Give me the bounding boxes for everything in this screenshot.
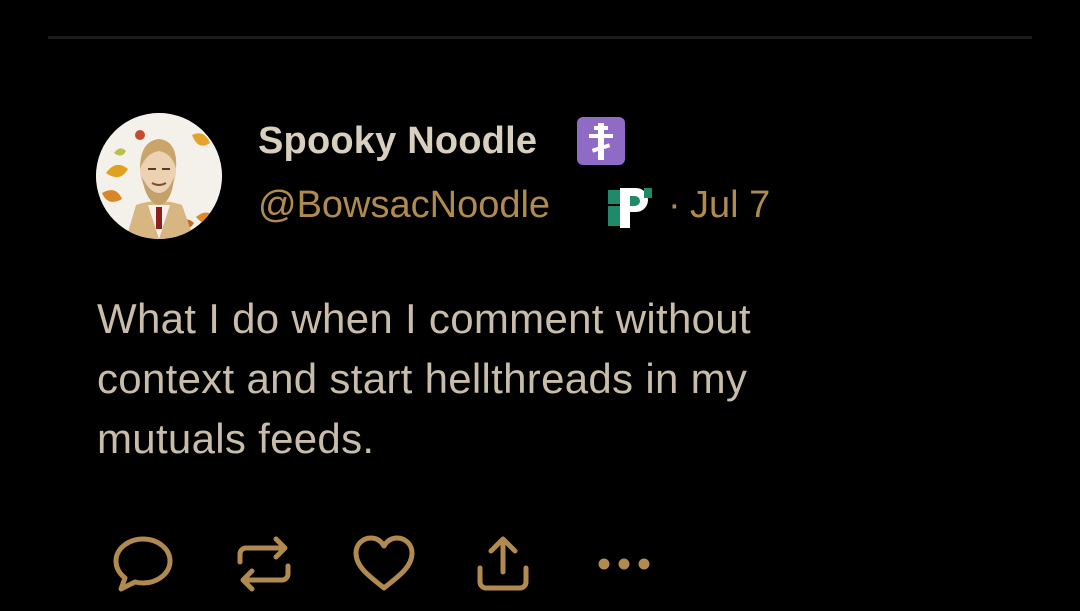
reply-button[interactable] bbox=[111, 532, 175, 596]
post-timestamp[interactable]: Jul 7 bbox=[690, 184, 770, 227]
post[interactable]: Spooky Noodle @BowsacNoodle · Jul 7 What… bbox=[0, 0, 1080, 611]
repost-button[interactable] bbox=[232, 532, 296, 596]
repost-arrows-icon bbox=[237, 536, 291, 592]
avatar[interactable] bbox=[96, 113, 222, 239]
letter-p-icon bbox=[606, 184, 654, 230]
share-upload-icon bbox=[477, 536, 529, 591]
display-name[interactable]: Spooky Noodle bbox=[258, 120, 537, 163]
post-text: What I do when I comment without context… bbox=[97, 295, 751, 462]
like-button[interactable] bbox=[352, 532, 416, 596]
ellipsis-icon bbox=[598, 558, 650, 570]
speech-bubble-icon bbox=[113, 536, 173, 592]
orthodox-cross-icon bbox=[577, 117, 625, 165]
heart-icon bbox=[353, 535, 415, 591]
meta-separator: · bbox=[668, 184, 681, 226]
author-handle[interactable]: @BowsacNoodle bbox=[258, 184, 550, 227]
share-button[interactable] bbox=[471, 532, 535, 596]
more-options-button[interactable] bbox=[592, 532, 656, 596]
